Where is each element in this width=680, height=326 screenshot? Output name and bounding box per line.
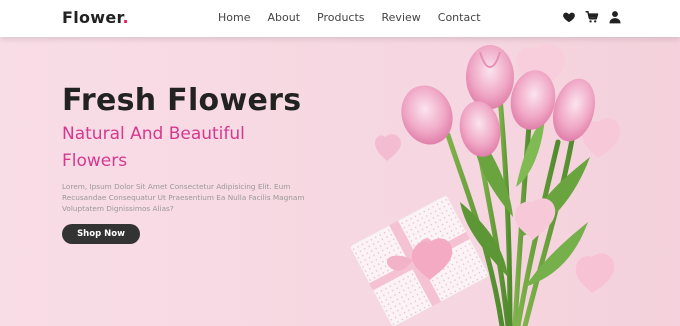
nav-review[interactable]: Review bbox=[382, 11, 421, 24]
nav-contact[interactable]: Contact bbox=[438, 11, 481, 24]
hero-title: Fresh Flowers bbox=[62, 83, 302, 118]
logo-dot: . bbox=[122, 8, 129, 27]
hero-flower-image bbox=[349, 44, 621, 326]
tulip-1 bbox=[466, 45, 514, 109]
paper-heart-4 bbox=[575, 253, 615, 293]
nav-home[interactable]: Home bbox=[218, 11, 250, 24]
header-icons bbox=[562, 10, 622, 24]
cart-icon[interactable] bbox=[585, 10, 599, 24]
hero-subtitle: Natural And Beautiful Flowers bbox=[62, 124, 245, 171]
heart-icon[interactable] bbox=[562, 10, 576, 24]
logo[interactable]: Flower. bbox=[62, 8, 129, 27]
hero-description: Lorem, Ipsum Dolor Sit Amet Consectetur … bbox=[62, 182, 305, 213]
logo-text: Flower bbox=[62, 8, 123, 27]
nav-about[interactable]: About bbox=[267, 11, 300, 24]
user-icon[interactable] bbox=[608, 10, 622, 24]
shop-now-button[interactable]: Shop Now bbox=[62, 224, 140, 244]
site-header: Flower. Home About Products Review Conta… bbox=[0, 0, 680, 37]
nav-products[interactable]: Products bbox=[317, 11, 365, 24]
main-nav: Home About Products Review Contact bbox=[218, 11, 481, 24]
paper-heart-2 bbox=[375, 134, 401, 161]
